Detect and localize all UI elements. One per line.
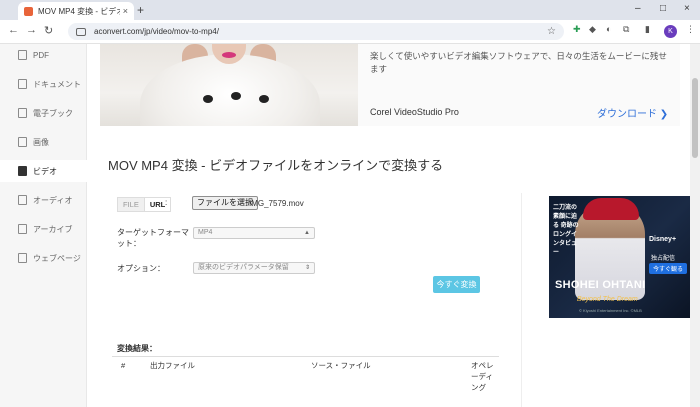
sidebar-item-ebook[interactable]: 電子ブック bbox=[0, 102, 87, 124]
sidebar-item-video[interactable]: ビデオ bbox=[0, 160, 87, 182]
tab-title: MOV MP4 変換 - ビデオファイルをオ bbox=[38, 6, 120, 16]
ad-subtitle: Beyond The Dream bbox=[577, 296, 638, 303]
source-colon: : bbox=[165, 198, 168, 207]
target-format-value: MP4 bbox=[198, 229, 213, 236]
tab-close-icon[interactable]: × bbox=[123, 6, 128, 16]
sidebar-item-archive[interactable]: アーカイブ bbox=[0, 218, 87, 240]
select-arrows-icon: ⇕ bbox=[304, 265, 310, 271]
ad-service-logo: Disney+ bbox=[649, 236, 677, 243]
new-tab-button[interactable]: + bbox=[137, 3, 144, 17]
target-format-label: ターゲットフォーマット： bbox=[117, 228, 189, 248]
banner-photo-button bbox=[231, 92, 241, 100]
banner-photo-button bbox=[259, 95, 269, 103]
browser-tab[interactable]: MOV MP4 変換 - ビデオファイルをオ × bbox=[18, 2, 134, 20]
selected-file-name: IMG_7579.mov bbox=[249, 199, 304, 208]
reload-icon[interactable]: ↻ bbox=[44, 24, 53, 37]
column-divider bbox=[521, 193, 522, 407]
convert-now-button[interactable]: 今すぐ変換 bbox=[433, 276, 480, 293]
banner-photo bbox=[100, 44, 358, 126]
option-value: 原来のビデオパラメータ保留 bbox=[198, 264, 289, 271]
select-arrows-icon: ▲ bbox=[304, 230, 310, 236]
minimize-icon[interactable]: – bbox=[635, 3, 641, 14]
sidebar-item-label: 画像 bbox=[33, 137, 49, 147]
extension-2-icon[interactable]: ◆ bbox=[589, 24, 596, 35]
audio-icon bbox=[18, 195, 27, 205]
image-icon bbox=[18, 137, 27, 147]
option-select[interactable]: 原来のビデオパラメータ保留 ⇕ bbox=[193, 262, 315, 274]
target-format-select[interactable]: MP4 ▲ bbox=[193, 227, 315, 239]
ad-watch-button[interactable]: 今すぐ観る bbox=[649, 263, 688, 274]
page-scrollbar[interactable] bbox=[690, 44, 700, 407]
archive-icon bbox=[18, 224, 27, 234]
result-col-operation: オペレーディング bbox=[471, 361, 494, 392]
sidebar-item-document[interactable]: ドキュメント bbox=[0, 73, 87, 95]
ad-fine-print: © Kiyoshi Entertainment Inc. ©MLB bbox=[579, 308, 642, 313]
url-text: aconvert.com/jp/video/mov-to-mp4/ bbox=[94, 27, 219, 36]
address-bar[interactable]: aconvert.com/jp/video/mov-to-mp4/ ☆ bbox=[68, 23, 564, 40]
sidebar-item-label: アーカイブ bbox=[33, 224, 73, 234]
tab-url[interactable]: URL bbox=[144, 197, 172, 212]
banner-description: 楽しくて使いやすいビデオ編集ソフトウェアで、日々の生活をムービーに残せます bbox=[370, 51, 667, 74]
promo-banner[interactable]: 楽しくて使いやすいビデオ編集ソフトウェアで、日々の生活をムービーに残せます Co… bbox=[100, 44, 680, 126]
option-label: オプション： bbox=[117, 264, 165, 273]
tab-file[interactable]: FILE bbox=[117, 197, 145, 212]
banner-photo-garment bbox=[140, 54, 320, 126]
sidebar-item-label: ウェブページ bbox=[33, 253, 81, 263]
ad-player-cap bbox=[583, 198, 639, 220]
sidebar-item-audio[interactable]: オーディオ bbox=[0, 189, 87, 211]
extension-icon[interactable]: ✚ bbox=[573, 24, 581, 35]
site-favicon-icon bbox=[24, 6, 33, 16]
sidebar-item-label: ドキュメント bbox=[33, 79, 81, 89]
banner-photo-lips bbox=[222, 52, 236, 58]
tab-strip: MOV MP4 変換 - ビデオファイルをオ × + – □ × bbox=[0, 0, 700, 20]
result-title: 変換結果： bbox=[117, 344, 157, 353]
ebook-icon bbox=[18, 108, 27, 118]
maximize-icon[interactable]: □ bbox=[660, 3, 666, 14]
site-info-icon[interactable] bbox=[76, 27, 86, 36]
result-table-rule bbox=[112, 356, 499, 357]
browser-menu-icon[interactable]: ⋮ bbox=[686, 24, 695, 35]
extension-3-icon[interactable]: ◐ bbox=[606, 24, 611, 34]
forward-icon[interactable]: → bbox=[26, 24, 37, 36]
pdf-icon bbox=[18, 50, 27, 60]
banner-download-link[interactable]: ダウンロード ❯ bbox=[597, 105, 668, 120]
webpage-icon bbox=[18, 253, 27, 263]
ad-tagline: 二刀流の素顔に迫る 奇跡のロングインタビュー bbox=[553, 205, 579, 256]
back-icon[interactable]: ← bbox=[8, 24, 19, 36]
document-icon bbox=[18, 79, 27, 89]
browser-toolbar: ← → ↻ aconvert.com/jp/video/mov-to-mp4/ … bbox=[0, 20, 700, 44]
scrollbar-thumb[interactable] bbox=[692, 78, 698, 158]
sidebar-item-label: ビデオ bbox=[33, 166, 57, 176]
result-col-output: 出力ファイル bbox=[150, 361, 195, 370]
category-sidebar: PDF ドキュメント 電子ブック 画像 ビデオ オーディオ アーカイブ ウェブペ… bbox=[0, 44, 87, 407]
sidebar-item-label: 電子ブック bbox=[33, 108, 73, 118]
source-toggle: FILE URL bbox=[117, 197, 172, 212]
sidebar-item-webpage[interactable]: ウェブページ bbox=[0, 247, 87, 269]
result-col-index: # bbox=[121, 361, 126, 370]
banner-photo-button bbox=[203, 95, 213, 103]
profile-avatar[interactable]: K bbox=[664, 25, 677, 38]
window-close-icon[interactable]: × bbox=[684, 3, 690, 14]
page-title: MOV MP4 変換 - ビデオファイルをオンラインで変換する bbox=[108, 158, 444, 173]
banner-brand: Corel VideoStudio Pro bbox=[370, 107, 459, 117]
result-col-source: ソース・ファイル bbox=[311, 361, 371, 370]
sidebar-item-image[interactable]: 画像 bbox=[0, 131, 87, 153]
sidebar-item-pdf[interactable]: PDF bbox=[0, 44, 87, 66]
video-icon bbox=[18, 166, 27, 176]
side-panel-icon[interactable]: ▮ bbox=[645, 24, 650, 35]
sidebar-item-label: オーディオ bbox=[33, 195, 73, 205]
ad-service-sub: 独占配信 bbox=[651, 256, 676, 262]
bookmark-star-icon[interactable]: ☆ bbox=[547, 26, 556, 37]
ad-headline: SHOHEI OHTANI bbox=[555, 279, 646, 291]
extensions-puzzle-icon[interactable]: ⧉ bbox=[623, 24, 629, 35]
sidebar-item-label: PDF bbox=[33, 50, 49, 60]
side-advertisement[interactable]: 二刀流の素顔に迫る 奇跡のロングインタビュー Disney+ 独占配信 今すぐ観… bbox=[549, 196, 691, 318]
